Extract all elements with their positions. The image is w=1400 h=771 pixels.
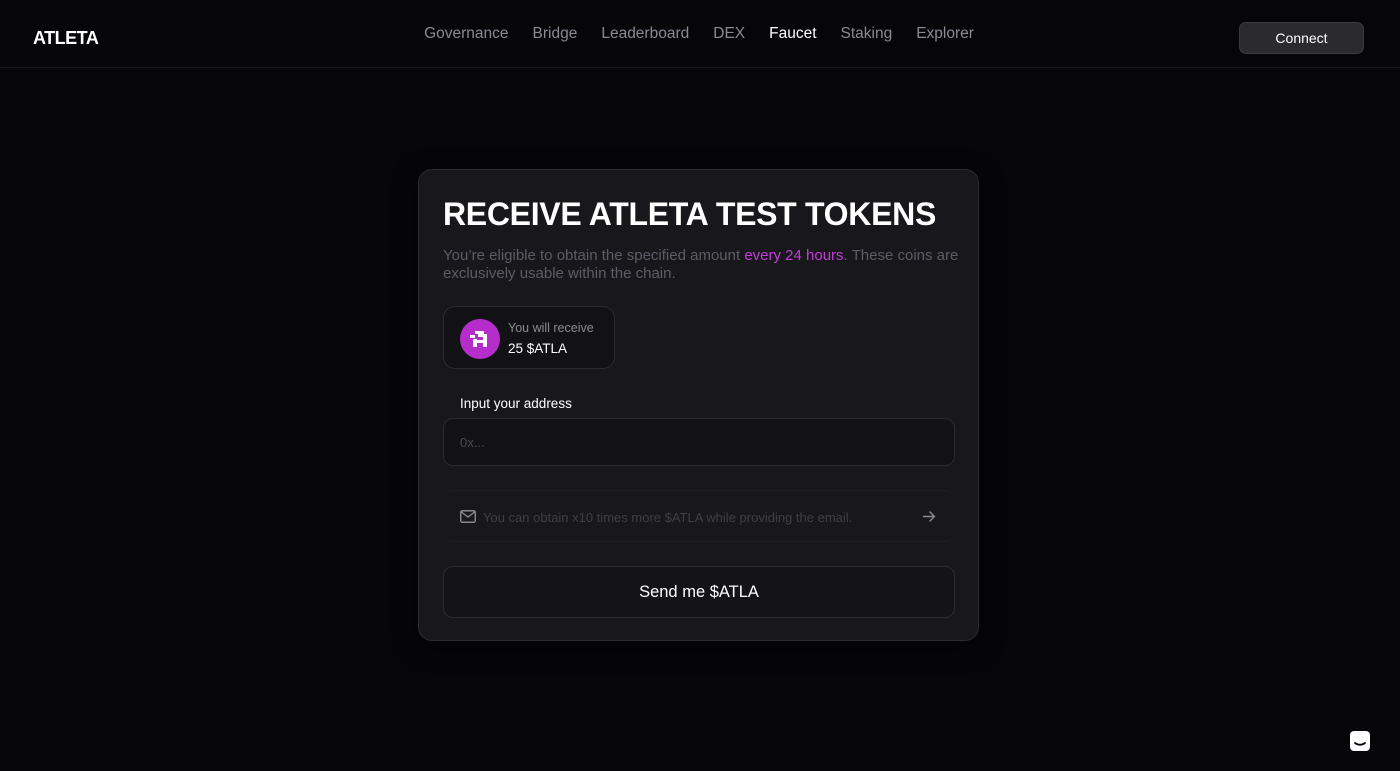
nav-item-explorer[interactable]: Explorer [916,25,974,43]
arrow-right-icon[interactable] [922,510,936,523]
nav-item-faucet[interactable]: Faucet [769,25,816,43]
receive-label: You will receive [508,321,594,335]
receive-amount-box: You will receive 25 $ATLA [443,306,615,369]
mail-icon [460,510,476,523]
connect-wallet-button[interactable]: Connect [1239,22,1364,54]
faucet-card: RECEIVE ATLETA TEST TOKENS You’re eligib… [418,169,979,641]
atleta-logo[interactable]: ATLETA [33,28,109,48]
atleta-token-icon [460,319,500,359]
nav-item-staking[interactable]: Staking [841,25,893,43]
faucet-description: You’re eligible to obtain the specified … [443,247,963,283]
nav-item-bridge[interactable]: Bridge [533,25,578,43]
logo-text: ATLETA [33,28,99,48]
address-field-label: Input your address [460,396,572,411]
top-navigation-bar: ATLETA Governance Bridge Leaderboard DEX… [0,0,1400,68]
chat-icon [1350,731,1370,751]
main-nav: Governance Bridge Leaderboard DEX Faucet… [0,0,1400,68]
description-highlight: every 24 hours [744,247,844,264]
faucet-title: RECEIVE ATLETA TEST TOKENS [443,196,936,232]
receive-amount: 25 $ATLA [508,341,568,356]
address-input[interactable] [443,418,955,466]
nav-item-leaderboard[interactable]: Leaderboard [601,25,689,43]
email-input[interactable] [483,503,903,531]
nav-item-governance[interactable]: Governance [424,25,508,43]
send-tokens-button[interactable]: Send me $ATLA [443,566,955,618]
nav-item-dex[interactable]: DEX [713,25,745,43]
email-field-row [443,490,955,542]
support-chat-button[interactable] [1336,717,1384,765]
description-text-start: You’re eligible to obtain the specified … [443,247,745,264]
